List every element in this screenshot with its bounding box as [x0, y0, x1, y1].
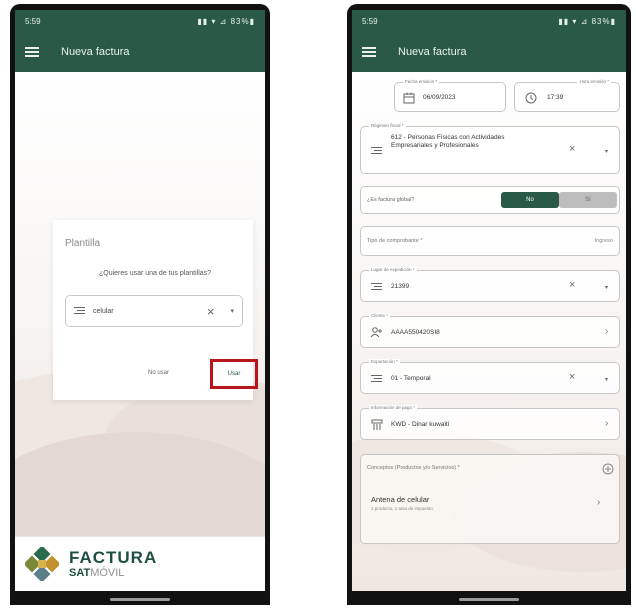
status-time: 5:59: [362, 16, 378, 26]
conceptos-label: Conceptos (Productos y/o Servicios) *: [367, 465, 460, 471]
screen-left: 5:59 ▮▮ ▾ ⊿ 83%▮ Nueva factura Plantilla…: [15, 10, 265, 591]
regimen-fiscal-label: Régimen fiscal *: [369, 123, 406, 128]
logo-movil: MÓVIL: [90, 567, 125, 579]
form-background: Fecha emisión * 06/09/2023 Hora emisión …: [352, 72, 626, 591]
cliente-field[interactable]: Cliente * AAAA550420SI8 ›: [360, 313, 620, 348]
clear-icon[interactable]: ×: [569, 371, 575, 383]
clear-icon[interactable]: ×: [569, 279, 575, 291]
page-title: Nueva factura: [61, 46, 130, 58]
chevron-down-icon[interactable]: ▾: [605, 376, 608, 383]
lugar-expedicion-label: Lugar de expedición *: [369, 267, 417, 272]
no-use-button[interactable]: No usar: [148, 370, 169, 376]
status-time: 5:59: [25, 16, 41, 26]
list-icon: [74, 307, 85, 315]
factura-global-field: ¿Es factura global? No Sí: [360, 186, 620, 214]
screen-right: 5:59 ▮▮ ▾ ⊿ 83%▮ Nueva factura Fecha emi…: [352, 10, 626, 591]
menu-icon[interactable]: [362, 47, 376, 57]
hora-emision-field[interactable]: Hora emisión * 17:39: [514, 79, 620, 112]
add-circle-icon[interactable]: [602, 463, 614, 475]
chevron-right-icon[interactable]: ›: [597, 497, 600, 508]
factura-global-label: ¿Es factura global?: [367, 197, 415, 203]
status-bar: 5:59 ▮▮ ▾ ⊿ 83%▮: [15, 10, 265, 32]
concepto-title: Antena de celular: [371, 495, 430, 504]
dialog-question: ¿Quieres usar una de tus plantillas?: [98, 270, 212, 277]
status-icons: ▮▮ ▾ ⊿ 83%▮: [197, 16, 255, 26]
tipo-comprobante-value: Ingreso: [594, 238, 613, 244]
concepto-item[interactable]: Antena de celular 1 producto, 1 tasa de …: [361, 485, 619, 525]
status-icons: ▮▮ ▾ ⊿ 83%▮: [558, 16, 616, 26]
lugar-expedicion-field[interactable]: Lugar de expedición * 21399 × ▾: [360, 267, 620, 302]
use-button[interactable]: Usar: [228, 371, 241, 377]
clear-icon[interactable]: ×: [569, 143, 575, 155]
list-icon: [371, 375, 382, 383]
app-bar: Nueva factura: [352, 32, 626, 72]
list-icon: [371, 283, 382, 291]
chevron-right-icon[interactable]: ›: [605, 418, 608, 429]
regimen-fiscal-value: 612 - Personas Físicas con Actividades E…: [391, 134, 505, 149]
menu-icon[interactable]: [25, 47, 39, 57]
hora-emision-value: 17:39: [547, 94, 564, 101]
tipo-comprobante-field[interactable]: Tipo de comprobante * Ingreso: [360, 226, 620, 256]
global-si-toggle[interactable]: Sí: [559, 192, 617, 208]
clock-icon: [525, 92, 537, 104]
cliente-value: AAAA550420SI8: [391, 329, 440, 336]
conceptos-section: Conceptos (Productos y/o Servicios) * An…: [360, 454, 620, 544]
page-title: Nueva factura: [398, 46, 467, 58]
logo-sat: SAT: [69, 567, 91, 579]
use-button-highlight: Usar: [210, 359, 258, 389]
home-indicator[interactable]: [459, 598, 519, 601]
add-person-icon: [370, 327, 382, 338]
list-icon: [371, 147, 382, 155]
exportacion-label: Exportación *: [369, 359, 400, 364]
hora-emision-label: Hora emisión *: [577, 79, 611, 84]
fecha-emision-label: Fecha emisión *: [403, 79, 440, 84]
clear-icon[interactable]: ×: [207, 304, 215, 319]
chevron-right-icon[interactable]: ›: [605, 326, 608, 337]
fecha-emision-value: 06/09/2023: [423, 94, 456, 101]
app-logo-footer: FACTURA SATMÓVIL: [15, 536, 265, 591]
phone-left: 5:59 ▮▮ ▾ ⊿ 83%▮ Nueva factura Plantilla…: [10, 4, 270, 605]
chevron-down-icon[interactable]: ▾: [605, 284, 608, 291]
status-bar: 5:59 ▮▮ ▾ ⊿ 83%▮: [352, 10, 626, 32]
dialog-title: Plantilla: [65, 238, 101, 249]
fecha-emision-field[interactable]: Fecha emisión * 06/09/2023: [394, 79, 506, 112]
exportacion-value: 01 - Temporal: [391, 375, 431, 382]
template-select[interactable]: celular × ▾: [65, 295, 243, 327]
concepto-subtitle: 1 producto, 1 tasa de impuesto: [371, 506, 433, 511]
calendar-icon: [403, 92, 415, 104]
system-nav-bar: [347, 591, 631, 605]
exportacion-field[interactable]: Exportación * 01 - Temporal × ▾: [360, 359, 620, 394]
metodo-pago-field[interactable]: Información de pago * KWD - Dinar kuwait…: [360, 405, 620, 440]
global-no-toggle[interactable]: No: [501, 192, 559, 208]
template-select-value: celular: [93, 307, 114, 315]
template-dialog: Plantilla ¿Quieres usar una de tus plant…: [53, 220, 258, 400]
regimen-fiscal-field[interactable]: Régimen fiscal * 612 - Personas Físicas …: [360, 123, 620, 174]
app-bar: Nueva factura: [15, 32, 265, 72]
chevron-down-icon[interactable]: ▾: [605, 148, 608, 155]
phone-right: 5:59 ▮▮ ▾ ⊿ 83%▮ Nueva factura Fecha emi…: [347, 4, 631, 605]
metodo-pago-label: Información de pago *: [369, 405, 418, 410]
payment-icon: [371, 419, 383, 430]
system-nav-bar: [10, 591, 270, 605]
home-indicator[interactable]: [110, 598, 170, 601]
lugar-expedicion-value: 21399: [391, 283, 410, 290]
sat-logo-icon: [23, 545, 61, 583]
logo-factura: FACTURA: [69, 548, 158, 567]
tipo-comprobante-label: Tipo de comprobante *: [367, 238, 423, 244]
metodo-pago-value: KWD - Dinar kuwaití: [391, 421, 450, 428]
cliente-label: Cliente *: [369, 313, 391, 318]
chevron-down-icon[interactable]: ▾: [230, 307, 234, 315]
